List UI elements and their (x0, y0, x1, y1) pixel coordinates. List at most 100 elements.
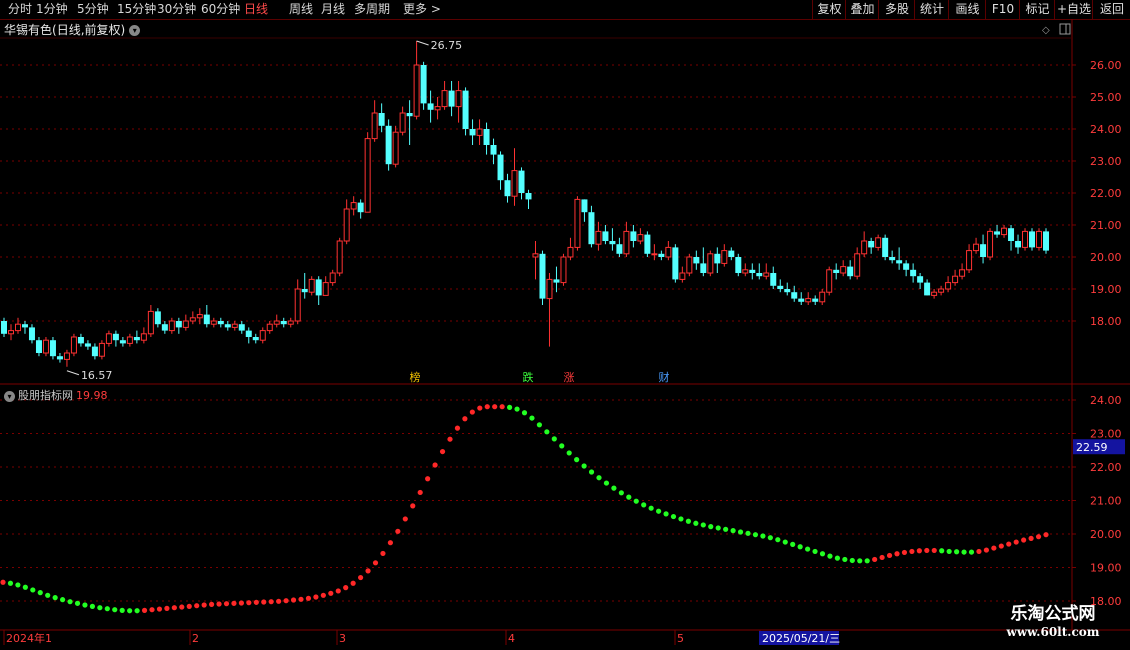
candle-body (21, 324, 28, 328)
candle-body (749, 269, 756, 273)
candle-body (567, 246, 574, 258)
candle-body (665, 246, 672, 258)
candle-body (735, 257, 742, 273)
candle-body (469, 129, 476, 136)
indicator-dot (328, 590, 334, 596)
candle-body (350, 202, 357, 210)
candle-body (707, 253, 714, 274)
candle-body (413, 64, 420, 117)
indicator-dot (700, 522, 706, 528)
candle-body (917, 276, 924, 283)
indicator-dot (387, 540, 393, 546)
candle-body (931, 291, 938, 296)
indicator-dot (216, 601, 222, 607)
indicator-dot (939, 548, 945, 554)
candle-body (973, 243, 980, 252)
candle-body (322, 282, 329, 296)
candle-body (259, 330, 266, 341)
indicator-dot (454, 425, 461, 431)
indicator-dot (186, 603, 192, 609)
candle-body (847, 266, 854, 277)
indicator-dot (551, 436, 557, 442)
event-marker-1[interactable]: 跌 (521, 371, 535, 385)
candle-body (434, 106, 441, 111)
indicator-dot (812, 548, 818, 555)
indicator-dot (805, 546, 811, 552)
indicator-dot (670, 513, 677, 520)
candle-body (910, 269, 917, 277)
indicator-dot (395, 528, 401, 534)
indicator-dot (909, 548, 915, 555)
indicator-dot (343, 585, 349, 591)
indicator-dot (1021, 537, 1027, 543)
candle-body (161, 324, 168, 331)
candle-body (294, 288, 301, 322)
candle-body (168, 320, 175, 332)
indicator-dot (991, 545, 997, 551)
candle-body (119, 340, 126, 344)
indicator-dot (104, 606, 110, 612)
indicator-dot (89, 603, 95, 609)
indicator-dot (365, 568, 371, 574)
indicator-dot (15, 582, 21, 588)
indicator-dot (209, 601, 215, 607)
indicator-dot (141, 607, 148, 613)
kline-tick-label: 24.00 (1090, 123, 1122, 136)
candle-body (896, 260, 903, 264)
high-label: 26.75 (431, 39, 463, 52)
candle-body (175, 321, 182, 328)
candle-body (112, 333, 119, 341)
candle-body (651, 253, 658, 256)
indicator-dot (432, 462, 438, 468)
indicator-dot (745, 530, 751, 536)
candle-body (700, 263, 707, 273)
indicator-dot (983, 547, 990, 553)
chevron-down-icon[interactable]: ▾ (4, 390, 15, 402)
candle-body (126, 336, 133, 344)
indicator-dot (372, 560, 379, 566)
candle-body (511, 170, 518, 197)
candle-body (588, 212, 595, 245)
indicator-dot (648, 505, 654, 511)
kline-tick-label: 22.00 (1090, 187, 1122, 200)
candle-body (343, 208, 350, 242)
candle-body (63, 352, 70, 360)
indicator-dot (179, 604, 185, 610)
kline-chart[interactable]: ◇ 26.00 25.00 24.00 23.00 22.00 21.00 20.00 19.0… (0, 0, 1130, 650)
event-marker-3[interactable]: 财 (657, 371, 671, 385)
candle-body (994, 231, 1001, 235)
candle-body (210, 320, 217, 325)
candle-body (329, 272, 336, 284)
indicator-dot (417, 489, 423, 496)
indicator-dot (469, 409, 475, 415)
indicator-value: 19.98 (76, 389, 108, 402)
indicator-dot (827, 553, 833, 559)
indicator-dot (976, 548, 982, 555)
candle-body (966, 250, 973, 271)
indicator-dot (536, 422, 543, 428)
candle-body (448, 90, 455, 107)
candle-body (889, 257, 896, 261)
candle-body (287, 320, 294, 325)
candle-body (875, 237, 882, 248)
candle-body (840, 266, 847, 274)
candle-body (28, 327, 35, 341)
watermark-logo: 乐淘公式网 www.60lt.com (1006, 604, 1100, 639)
candle-body (742, 269, 749, 274)
candle-body (518, 170, 525, 193)
indicator-dot (305, 595, 312, 601)
indicator-dot (74, 600, 81, 606)
candle-body (70, 336, 77, 354)
candle-body (7, 330, 14, 335)
candle-body (952, 275, 959, 284)
indicator-dot (67, 599, 73, 605)
event-marker-0[interactable]: 榜 (408, 371, 422, 385)
candle-body (1008, 228, 1015, 241)
candle-body (371, 112, 378, 140)
candle-body (427, 103, 434, 110)
low-pointer (66, 370, 80, 376)
indicator-name: 股朋指标网 (18, 389, 73, 402)
event-marker-2[interactable]: 涨 (562, 371, 576, 385)
indicator-dot (253, 599, 259, 605)
indicator-dot (134, 608, 140, 614)
